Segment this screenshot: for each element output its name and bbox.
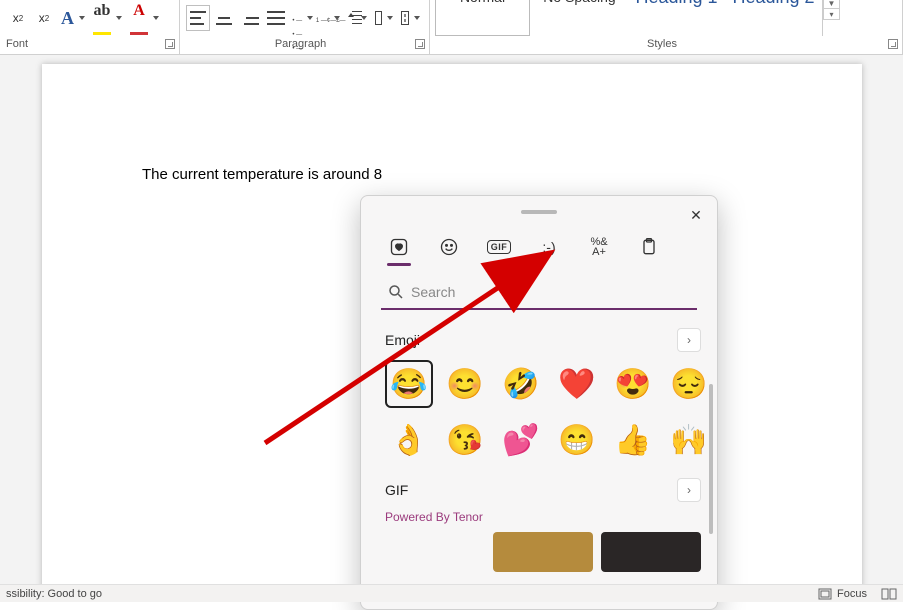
style-heading-2[interactable]: Heading 2 — [726, 0, 821, 36]
expand-emoji-button[interactable]: › — [677, 328, 701, 352]
shading-button[interactable] — [372, 5, 397, 31]
highlight-color-button[interactable]: ab — [90, 5, 125, 31]
search-field — [381, 276, 697, 310]
read-mode-icon[interactable] — [881, 587, 897, 601]
style-name: Normal — [460, 0, 505, 7]
ribbon-group-paragraph: Paragraph — [180, 0, 430, 54]
tab-gif[interactable]: GIF — [485, 234, 513, 260]
emoji-item[interactable]: 💕 — [497, 416, 545, 464]
gif-icon: GIF — [487, 240, 512, 254]
status-bar: ssibility: Good to go Focus — [0, 584, 903, 602]
search-input[interactable] — [411, 284, 697, 300]
symbols-icon: %&A+ — [590, 237, 607, 257]
gif-thumb[interactable] — [601, 532, 701, 572]
emoji-item[interactable]: 👌 — [385, 416, 433, 464]
tab-clipboard[interactable] — [635, 234, 663, 260]
emoji-item[interactable]: 😂 — [385, 360, 433, 408]
style-normal[interactable]: Normal — [435, 0, 530, 36]
emoji-grid: 😂 😊 🤣 ❤️ 😍 😔 👌 😘 💕 😁 👍 🙌 — [385, 360, 701, 464]
picker-tabs: GIF ;-) %&A+ — [361, 230, 717, 268]
smiley-icon — [439, 237, 459, 257]
styles-dialog-launcher[interactable] — [888, 39, 898, 49]
subscript-button[interactable]: x2 — [6, 5, 30, 31]
text-effects-button[interactable]: A — [58, 5, 88, 31]
emoji-item[interactable]: 🙌 — [665, 416, 713, 464]
emoji-item[interactable]: 🤣 — [497, 360, 545, 408]
gif-thumb[interactable] — [493, 532, 593, 572]
section-title-emoji: Emoji — [385, 332, 420, 348]
clipboard-icon — [639, 237, 659, 257]
tab-recent[interactable] — [385, 234, 413, 260]
paragraph-dialog-launcher[interactable] — [415, 39, 425, 49]
expand-gif-button[interactable]: › — [677, 478, 701, 502]
align-center-button[interactable] — [212, 5, 236, 31]
numbering-button[interactable] — [318, 5, 344, 31]
align-left-button[interactable] — [186, 5, 210, 31]
style-name: No Spacing — [543, 0, 615, 7]
document-text[interactable]: The current temperature is around 8 — [142, 166, 382, 183]
emoji-item[interactable]: ❤️ — [553, 360, 601, 408]
kaomoji-icon: ;-) — [542, 239, 555, 255]
section-title-gif: GIF — [385, 482, 408, 498]
superscript-button[interactable]: x2 — [32, 5, 56, 31]
bullets-button[interactable] — [290, 5, 316, 31]
emoji-item[interactable]: 👍 — [609, 416, 657, 464]
gif-row — [385, 532, 701, 572]
ribbon-group-font: x2 x2 A ab A Font — [0, 0, 180, 54]
style-heading-1[interactable]: Heading 1 — [629, 0, 724, 36]
ribbon-group-styles: Normal No Spacing Heading 1 Heading 2 ▲▼… — [430, 0, 903, 54]
emoji-item[interactable]: 😊 — [441, 360, 489, 408]
font-dialog-launcher[interactable] — [165, 39, 175, 49]
emoji-item[interactable]: 😘 — [441, 416, 489, 464]
sticker-heart-icon — [389, 237, 409, 257]
emoji-item[interactable]: 😍 — [609, 360, 657, 408]
ribbon-group-label: Styles — [647, 38, 677, 50]
line-spacing-button[interactable] — [345, 5, 370, 31]
ribbon-group-label: Font — [6, 38, 28, 50]
search-icon — [387, 283, 405, 301]
borders-button[interactable] — [398, 5, 423, 31]
style-no-spacing[interactable]: No Spacing — [532, 0, 627, 36]
ribbon: x2 x2 A ab A Font — [0, 0, 903, 55]
font-color-button[interactable]: A — [127, 5, 162, 31]
emoji-item[interactable]: 😔 — [665, 360, 713, 408]
emoji-item[interactable]: 😁 — [553, 416, 601, 464]
drag-handle[interactable] — [521, 210, 557, 214]
emoji-picker: ✕ GIF ;-) %&A+ Emoji › 😂 😊 — [360, 195, 718, 610]
style-name: Heading 1 — [635, 0, 717, 7]
align-right-button[interactable] — [238, 5, 262, 31]
powered-by-tenor: Powered By Tenor — [385, 510, 701, 524]
align-justify-button[interactable] — [264, 5, 288, 31]
close-button[interactable]: ✕ — [685, 204, 707, 226]
status-accessibility[interactable]: ssibility: Good to go — [6, 588, 102, 600]
gif-thumb[interactable] — [385, 532, 485, 572]
tab-emoji[interactable] — [435, 234, 463, 260]
styles-gallery-scroll[interactable]: ▲▼▾ — [822, 0, 840, 36]
tab-kaomoji[interactable]: ;-) — [535, 234, 563, 260]
focus-icon — [817, 587, 833, 601]
focus-mode-button[interactable]: Focus — [817, 587, 867, 601]
tab-symbols[interactable]: %&A+ — [585, 234, 613, 260]
style-name: Heading 2 — [732, 0, 814, 7]
